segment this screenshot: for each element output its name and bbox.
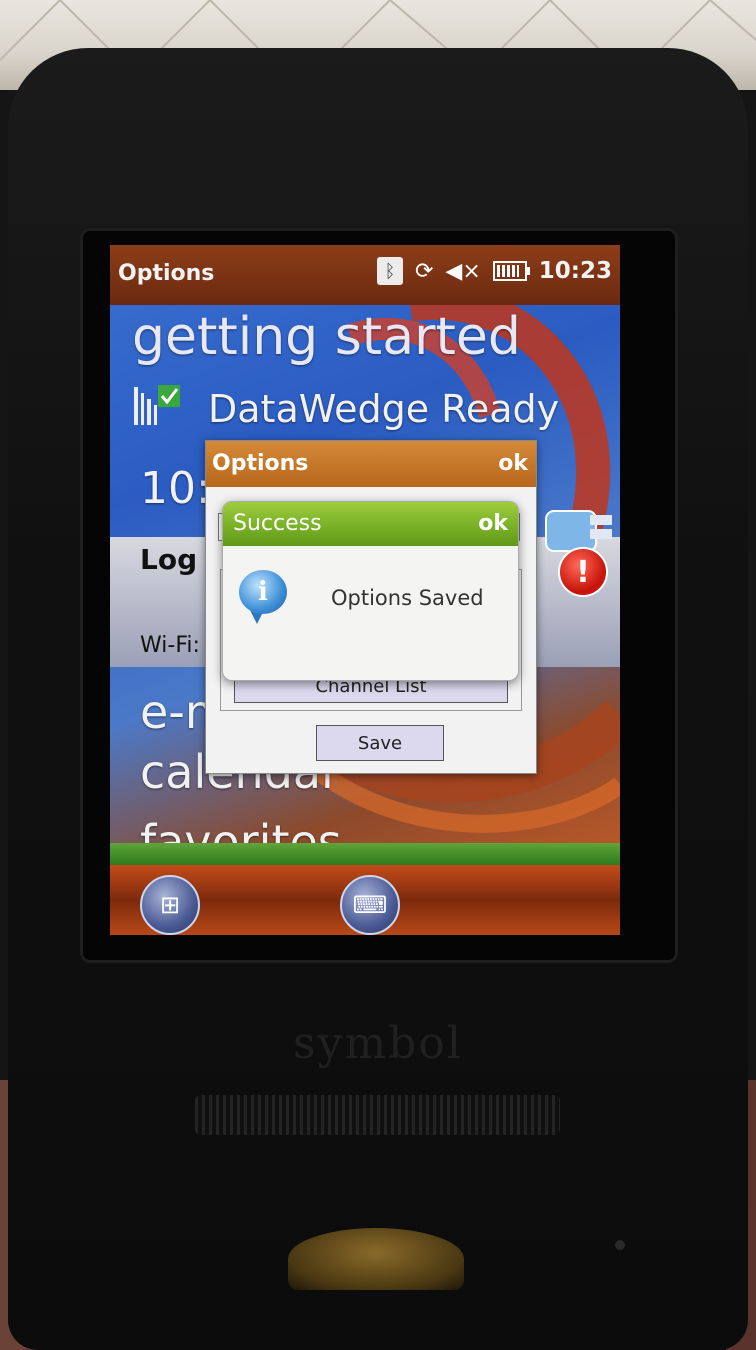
sync-icon[interactable]: ⟳ bbox=[415, 259, 433, 284]
keyboard-icon: ⌨ bbox=[352, 891, 388, 919]
getting-started-tile[interactable]: getting started bbox=[132, 307, 521, 367]
options-dialog-title: Options bbox=[212, 451, 309, 476]
datawedge-icon bbox=[134, 385, 180, 425]
windows-start-button[interactable]: ⊞ bbox=[140, 875, 200, 935]
success-message: Options Saved bbox=[331, 586, 484, 610]
datawedge-status[interactable]: DataWedge Ready bbox=[208, 387, 559, 431]
title-bar: Options ᛒ ⟳ ◀× 10:23 bbox=[110, 245, 620, 305]
success-dialog: Success ok i Options Saved bbox=[222, 501, 519, 681]
log-title[interactable]: Log bbox=[140, 543, 197, 576]
wifi-label: Wi-Fi: bbox=[140, 633, 200, 658]
speaker-mute-icon[interactable]: ◀× bbox=[445, 259, 480, 284]
clock-tile: 10: bbox=[140, 463, 211, 514]
app-title: Options bbox=[118, 261, 215, 286]
keyboard-button[interactable]: ⌨ bbox=[340, 875, 400, 935]
device-screen: Options ᛒ ⟳ ◀× 10:23 getting started Dat… bbox=[110, 245, 620, 935]
indicator-dot bbox=[615, 1240, 625, 1250]
success-dialog-title: Success bbox=[233, 511, 322, 536]
success-dialog-header: Success ok bbox=[223, 502, 518, 546]
options-ok-button[interactable]: ok bbox=[498, 451, 528, 476]
options-dialog-header: Options ok bbox=[206, 441, 536, 487]
save-button[interactable]: Save bbox=[316, 725, 444, 761]
bluetooth-icon[interactable]: ᛒ bbox=[376, 257, 403, 285]
taskbar: ⊞ ⌨ bbox=[110, 865, 620, 935]
decor-strip bbox=[110, 843, 620, 865]
status-icons: ᛒ ⟳ ◀× 10:23 bbox=[376, 257, 612, 285]
windows-icon: ⊞ bbox=[159, 891, 181, 919]
battery-icon[interactable] bbox=[492, 261, 530, 281]
status-clock[interactable]: 10:23 bbox=[539, 258, 612, 284]
device-brand-logo: symbol bbox=[293, 1018, 463, 1069]
success-ok-button[interactable]: ok bbox=[478, 511, 508, 536]
scan-trigger-button[interactable] bbox=[288, 1228, 464, 1290]
info-icon: i bbox=[239, 570, 287, 614]
speaker-grille bbox=[195, 1095, 560, 1135]
alert-icon[interactable]: ! bbox=[558, 547, 608, 597]
